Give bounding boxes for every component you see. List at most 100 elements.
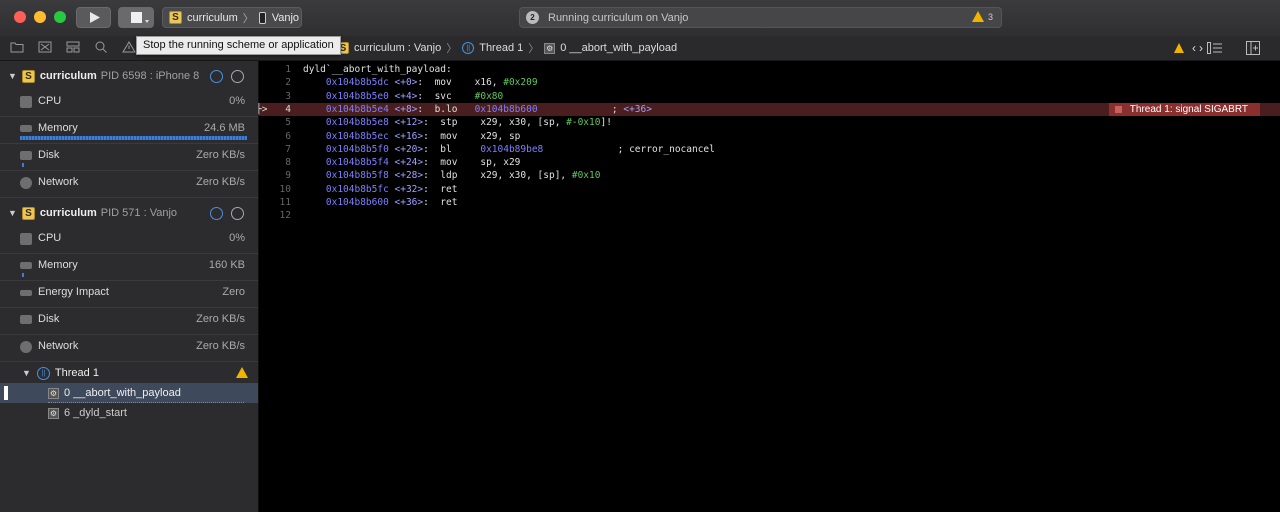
line-number: 3 <box>285 90 291 102</box>
line-number: 7 <box>285 143 291 155</box>
gauge-value: Zero KB/s <box>196 313 245 325</box>
process-name: curriculum <box>39 207 97 219</box>
line-number: 8 <box>285 157 291 169</box>
gauge-network[interactable]: Network Zero KB/s <box>0 334 258 362</box>
search-icon[interactable] <box>94 41 108 55</box>
code-punctuation: : <box>423 170 441 182</box>
gauge-cpu[interactable]: CPU 0% <box>0 89 258 117</box>
instruction-mnemonic: ldp <box>440 170 481 182</box>
issue-warning-icon[interactable] <box>1174 43 1184 56</box>
code-line: 3 0x104b8b5e0 <+4>: svc #0x80 <box>259 90 1280 103</box>
minimize-window-button[interactable] <box>34 11 46 23</box>
instruction-mnemonic: ret <box>440 197 481 208</box>
scheme-selector[interactable]: S curriculum 〉 Vanjo <box>162 7 302 28</box>
add-editor-icon[interactable] <box>1246 41 1260 58</box>
activity-count-badge: 2 <box>526 11 539 24</box>
gauge-label: Network <box>38 340 79 352</box>
chevron-right-icon: 〉 <box>242 12 254 25</box>
instruction-mnemonic: stp <box>440 117 481 129</box>
gauge-value: 24.6 MB <box>204 122 245 134</box>
source-control-icon[interactable] <box>38 41 52 55</box>
gauge-cpu[interactable]: CPU 0% <box>0 226 258 254</box>
gauge-network[interactable]: Network Zero KB/s <box>0 170 258 198</box>
symbol-navigator-icon[interactable] <box>66 41 80 55</box>
breadcrumb-target[interactable]: curriculum : Vanjo <box>354 42 441 54</box>
process-view-options-icon[interactable] <box>210 70 223 83</box>
line-number: 1 <box>285 64 291 75</box>
gauge-label: Network <box>38 176 79 188</box>
disclosure-triangle-icon[interactable]: ▼ <box>22 368 31 378</box>
disclosure-triangle-icon[interactable]: ▼ <box>8 71 17 81</box>
thread-row[interactable]: ▼ || Thread 1 <box>0 363 258 383</box>
chevron-right-icon: 〉 <box>528 43 540 55</box>
folder-icon[interactable] <box>10 41 24 55</box>
instruction-mnemonic: b.lo <box>434 103 475 115</box>
instruction-offset: <+8> <box>394 103 418 115</box>
forward-arrow-icon[interactable]: › <box>1199 41 1203 55</box>
gauge-value: Zero KB/s <box>196 149 245 161</box>
instruction-operands: sp, x29 <box>480 157 521 169</box>
activity-status[interactable]: 2 Running curriculum on Vanjo 3 <box>519 7 1002 28</box>
gauge-value: 0% <box>229 232 245 244</box>
thread-icon: || <box>36 366 50 380</box>
stack-frame-row[interactable]: ⚙ 0 __abort_with_payload <box>0 383 258 403</box>
swift-app-icon: S <box>21 69 35 83</box>
instruction-offset: <+4> <box>394 90 418 102</box>
pause-icon[interactable] <box>231 207 244 220</box>
code-punctuation: : <box>417 77 435 89</box>
gauge-memory[interactable]: Memory 24.6 MB <box>0 116 258 144</box>
pause-icon[interactable] <box>231 70 244 83</box>
code-line: 1 dyld`__abort_with_payload: <box>259 63 1280 76</box>
breadcrumb-frame[interactable]: 0 __abort_with_payload <box>560 42 677 54</box>
breadcrumb-thread[interactable]: Thread 1 <box>479 42 523 54</box>
gauge-disk[interactable]: Disk Zero KB/s <box>0 307 258 335</box>
gauge-disk[interactable]: Disk Zero KB/s <box>0 143 258 171</box>
code-text: 0x104b8b5e4 <+8>: b.lo 0x104b8b600 ; <+3… <box>303 103 652 116</box>
process-row[interactable]: ▼ S curriculum PID 6598 : iPhone 8 <box>0 63 258 89</box>
warning-icon <box>971 11 984 22</box>
instruction-comment: ; cerror_nocancel <box>617 143 715 155</box>
stack-frame-icon: ⚙ <box>48 387 59 399</box>
code-punctuation: : <box>417 103 435 115</box>
close-window-button[interactable] <box>14 11 26 23</box>
memory-icon <box>20 125 32 132</box>
gauge-memory[interactable]: Memory 160 KB <box>0 253 258 281</box>
gauge-value: 0% <box>229 95 245 107</box>
editor-options-icon[interactable] <box>1207 42 1223 57</box>
disassembly-editor[interactable]: 1 dyld`__abort_with_payload: 2 0x104b8b5dc… <box>256 61 1280 512</box>
stack-frame-row[interactable]: ⚙ 6 _dyld_start <box>0 403 258 423</box>
swift-app-icon: S <box>21 206 35 220</box>
gauge-label: CPU <box>38 232 62 244</box>
issue-navigator-icon[interactable] <box>122 41 136 55</box>
gauge-energy-impact[interactable]: Energy Impact Zero <box>0 280 258 308</box>
process-row[interactable]: ▼ S curriculum PID 571 : Vanjo <box>0 200 258 226</box>
current-frame-indicator <box>4 386 8 400</box>
process-view-options-icon[interactable] <box>210 207 223 220</box>
network-globe-icon <box>20 341 32 353</box>
code-line: 11 0x104b8b600 <+36>: ret <box>259 196 1280 209</box>
disk-activity-bar <box>22 163 24 167</box>
disclosure-triangle-icon[interactable]: ▼ <box>8 208 17 218</box>
code-line: 10 0x104b8b5fc <+32>: ret <box>259 183 1280 196</box>
stop-button[interactable] <box>118 7 154 28</box>
instruction-offset: <+36> <box>394 197 424 208</box>
instruction-mnemonic: mov <box>440 157 481 169</box>
device-name: Vanjo <box>271 11 300 24</box>
warnings-indicator[interactable]: 3 <box>971 11 993 22</box>
instruction-offset: <+0> <box>394 77 418 89</box>
code-punctuation: : <box>423 197 441 208</box>
thread-icon: || <box>462 42 475 54</box>
zoom-window-button[interactable] <box>54 11 66 23</box>
instruction-address: 0x104b8b5e0 <box>303 90 395 102</box>
code-line: 4 ├> 0x104b8b5e4 <+8>: b.lo 0x104b8b600 ;… <box>256 102 1280 117</box>
swift-app-icon: S <box>169 11 182 24</box>
back-arrow-icon[interactable]: ‹ <box>1192 41 1196 55</box>
gauge-label: Energy Impact <box>38 286 109 298</box>
code-text: dyld`__abort_with_payload: <box>303 64 452 75</box>
gauge-value: Zero <box>222 286 245 298</box>
instruction-mnemonic: ret <box>440 183 481 195</box>
gauge-value: Zero KB/s <box>196 340 245 352</box>
process-pid: PID 6598 : iPhone 8 <box>100 70 200 82</box>
instruction-offset: <+28> <box>394 170 424 182</box>
run-button[interactable] <box>76 7 111 28</box>
